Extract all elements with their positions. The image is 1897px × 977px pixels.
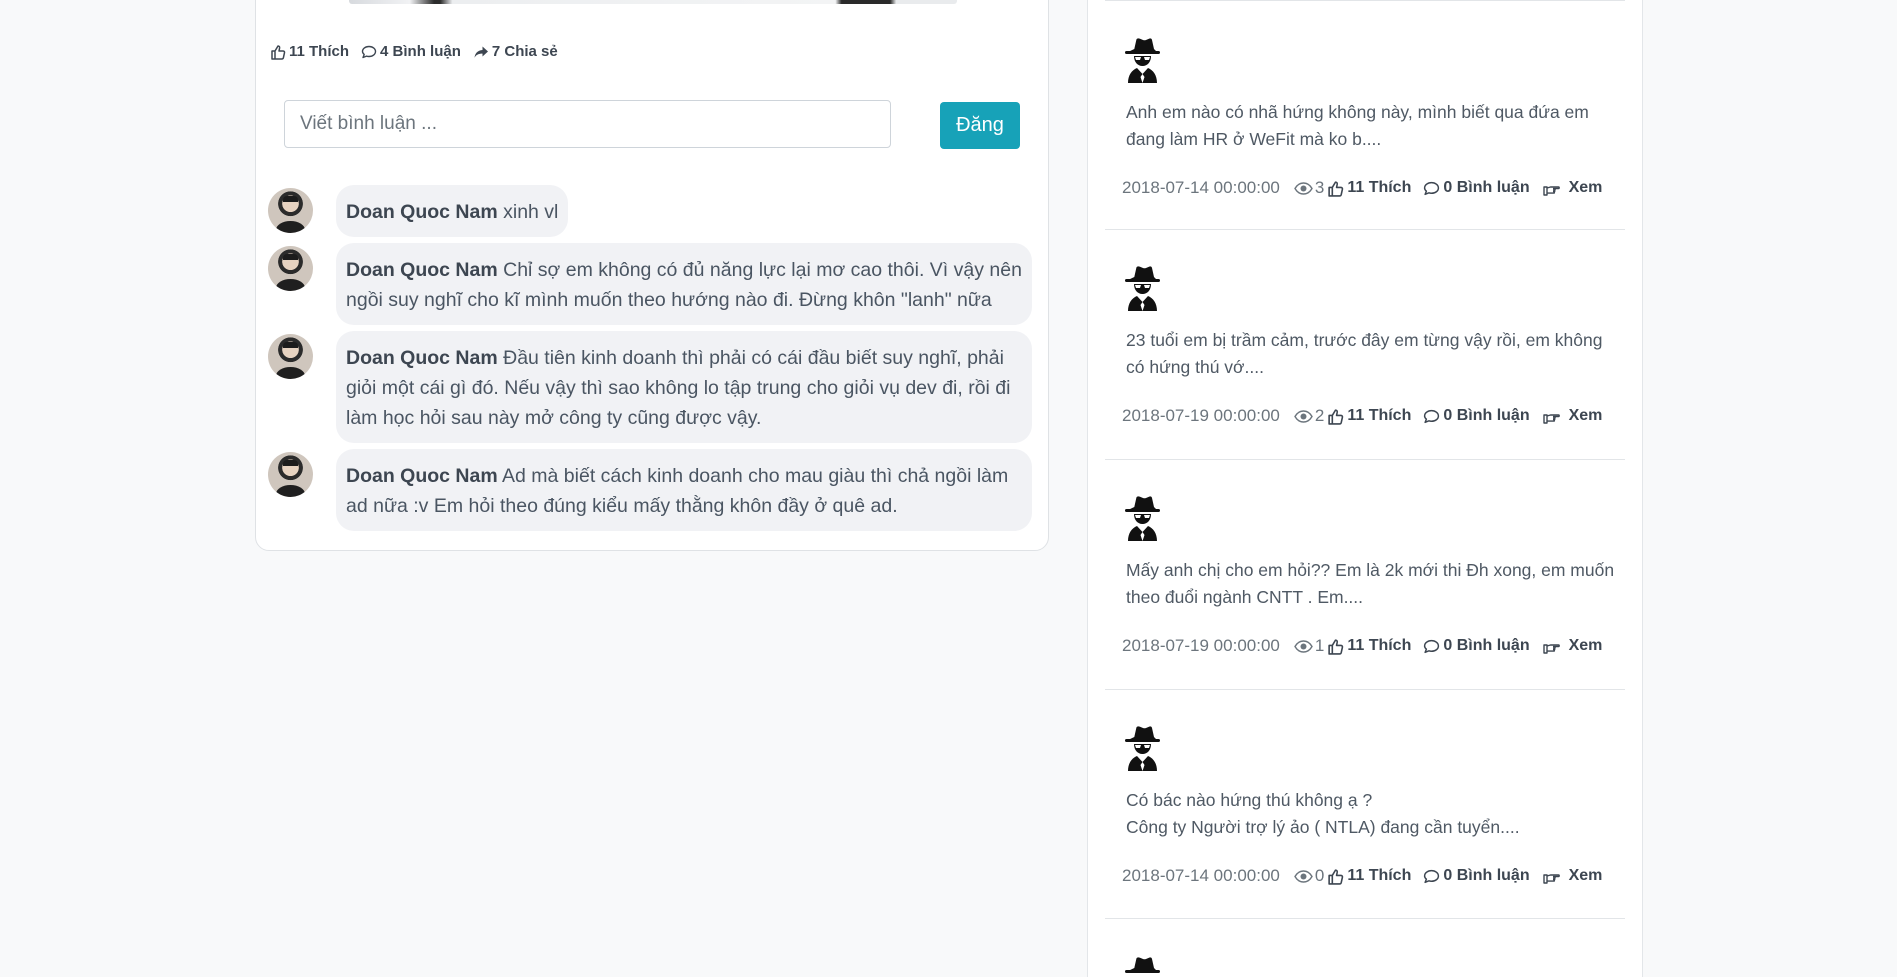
hand-pointer-icon xyxy=(1542,413,1560,424)
comment-count[interactable]: 0 Bình luận xyxy=(1422,407,1530,425)
avatar[interactable] xyxy=(268,246,313,291)
hand-pointer-icon xyxy=(1542,873,1560,884)
comment-author[interactable]: Doan Quoc Nam xyxy=(346,201,498,223)
comment-item: Doan Quoc Nam Ad mà biết cách kinh doanh… xyxy=(268,449,1038,531)
question-item[interactable]: Có bác nào hứng thú không ạ ? Công ty Ng… xyxy=(1105,690,1625,919)
share-arrow-icon xyxy=(474,46,488,58)
view-count: 2 xyxy=(1294,406,1324,426)
view-count: 3 xyxy=(1294,178,1324,198)
post-stats: 11 Thích 4 Bình luận 7 Chia sẻ xyxy=(270,43,558,60)
eye-icon xyxy=(1294,639,1313,653)
comment-author[interactable]: Doan Quoc Nam xyxy=(346,465,498,487)
eye-icon xyxy=(1294,869,1313,883)
comment-item: Doan Quoc Nam xinh vl xyxy=(268,185,1038,237)
view-question-button[interactable]: Xem xyxy=(1542,637,1602,655)
speech-bubble-icon xyxy=(1424,639,1440,653)
thumbs-up-icon xyxy=(271,44,286,60)
question-date: 2018-07-14 00:00:00 xyxy=(1122,866,1280,885)
spy-icon xyxy=(1125,957,1160,973)
speech-bubble-icon xyxy=(1424,409,1440,423)
share-button[interactable]: 7 Chia sẻ xyxy=(473,43,558,60)
question-excerpt[interactable]: Có bác nào hứng thú không ạ ? Công ty Ng… xyxy=(1126,787,1626,841)
thumbs-up-icon xyxy=(1328,638,1344,655)
view-question-button[interactable]: Xem xyxy=(1542,867,1602,885)
question-date: 2018-07-19 00:00:00 xyxy=(1122,406,1280,425)
comment-bubble: Doan Quoc Nam Ad mà biết cách kinh doanh… xyxy=(336,449,1032,531)
comment-author[interactable]: Doan Quoc Nam xyxy=(346,347,498,369)
like-count[interactable]: 11 Thích xyxy=(1326,179,1411,197)
view-question-button[interactable]: Xem xyxy=(1542,407,1602,425)
like-count: 11 Thích xyxy=(289,43,350,60)
question-meta: 2018-07-19 00:00:00 2 11 Thích 0 Bình lu… xyxy=(1122,406,1602,426)
view-count: 1 xyxy=(1294,636,1324,656)
question-item[interactable]: Mấy anh chị cho em hỏi?? Em là 2k mới th… xyxy=(1105,460,1625,690)
comment-count[interactable]: 0 Bình luận xyxy=(1422,179,1530,197)
hand-pointer-icon xyxy=(1542,643,1560,654)
eye-icon xyxy=(1294,409,1313,423)
question-date: 2018-07-14 00:00:00 xyxy=(1122,178,1280,197)
question-meta: 2018-07-14 00:00:00 3 11 Thích 0 Bình lu… xyxy=(1122,178,1602,198)
spy-icon xyxy=(1125,726,1160,771)
thumbs-up-icon xyxy=(1328,868,1344,885)
spy-icon xyxy=(1125,496,1160,541)
question-item[interactable]: Anh em nào có nhã hứng không này, mình b… xyxy=(1105,0,1625,230)
question-item[interactable]: 23 tuổi em bị trầm cảm, trước đây em từn… xyxy=(1105,230,1625,460)
question-excerpt[interactable]: Mấy anh chị cho em hỏi?? Em là 2k mới th… xyxy=(1126,557,1626,611)
speech-bubble-icon xyxy=(1424,869,1440,883)
speech-bubble-icon xyxy=(1424,181,1440,195)
comment-author[interactable]: Doan Quoc Nam xyxy=(346,259,498,281)
like-count[interactable]: 11 Thích xyxy=(1326,867,1411,885)
comment-list: Doan Quoc Nam xinh vl Doan Quoc Nam Chỉ … xyxy=(268,185,1038,537)
view-count: 0 xyxy=(1294,866,1324,886)
like-count[interactable]: 11 Thích xyxy=(1326,637,1411,655)
comment-count: 4 Bình luận xyxy=(380,43,461,60)
comment-item: Doan Quoc Nam Chỉ sợ em không có đủ năng… xyxy=(268,243,1038,325)
question-date: 2018-07-19 00:00:00 xyxy=(1122,636,1280,655)
spy-icon xyxy=(1125,38,1160,83)
comment-bubble: Doan Quoc Nam Đầu tiên kinh doanh thì ph… xyxy=(336,331,1032,443)
view-question-button[interactable]: Xem xyxy=(1542,179,1602,197)
comment-count[interactable]: 0 Bình luận xyxy=(1422,867,1530,885)
thumbs-up-icon xyxy=(1328,408,1344,425)
question-excerpt[interactable]: Anh em nào có nhã hứng không này, mình b… xyxy=(1126,99,1626,153)
comment-input[interactable] xyxy=(284,100,891,148)
comment-bubble: Doan Quoc Nam Chỉ sợ em không có đủ năng… xyxy=(336,243,1032,325)
post-card: 11 Thích 4 Bình luận 7 Chia sẻ Đăng Doan… xyxy=(255,0,1049,551)
thumbs-up-icon xyxy=(1328,180,1344,197)
like-count[interactable]: 11 Thích xyxy=(1326,407,1411,425)
comment-text: xinh vl xyxy=(503,201,559,223)
spy-icon xyxy=(1125,266,1160,311)
comment-item: Doan Quoc Nam Đầu tiên kinh doanh thì ph… xyxy=(268,331,1038,443)
comment-count-button[interactable]: 4 Bình luận xyxy=(361,43,461,60)
speech-bubble-icon xyxy=(361,45,377,58)
post-image xyxy=(349,0,957,4)
eye-icon xyxy=(1294,181,1313,195)
like-button[interactable]: 11 Thích xyxy=(270,43,349,60)
comment-count[interactable]: 0 Bình luận xyxy=(1422,637,1530,655)
avatar[interactable] xyxy=(268,452,313,497)
post-comment-button[interactable]: Đăng xyxy=(940,102,1020,149)
comment-bubble: Doan Quoc Nam xinh vl xyxy=(336,185,569,237)
hand-pointer-icon xyxy=(1542,185,1560,196)
question-meta: 2018-07-14 00:00:00 0 11 Thích 0 Bình lu… xyxy=(1122,866,1602,886)
share-count: 7 Chia sẻ xyxy=(491,43,558,60)
sidebar-question-list: Anh em nào có nhã hứng không này, mình b… xyxy=(1087,0,1643,977)
question-meta: 2018-07-19 00:00:00 1 11 Thích 0 Bình lu… xyxy=(1122,636,1602,656)
avatar[interactable] xyxy=(268,188,313,233)
question-excerpt[interactable]: 23 tuổi em bị trầm cảm, trước đây em từn… xyxy=(1126,327,1626,381)
avatar[interactable] xyxy=(268,334,313,379)
